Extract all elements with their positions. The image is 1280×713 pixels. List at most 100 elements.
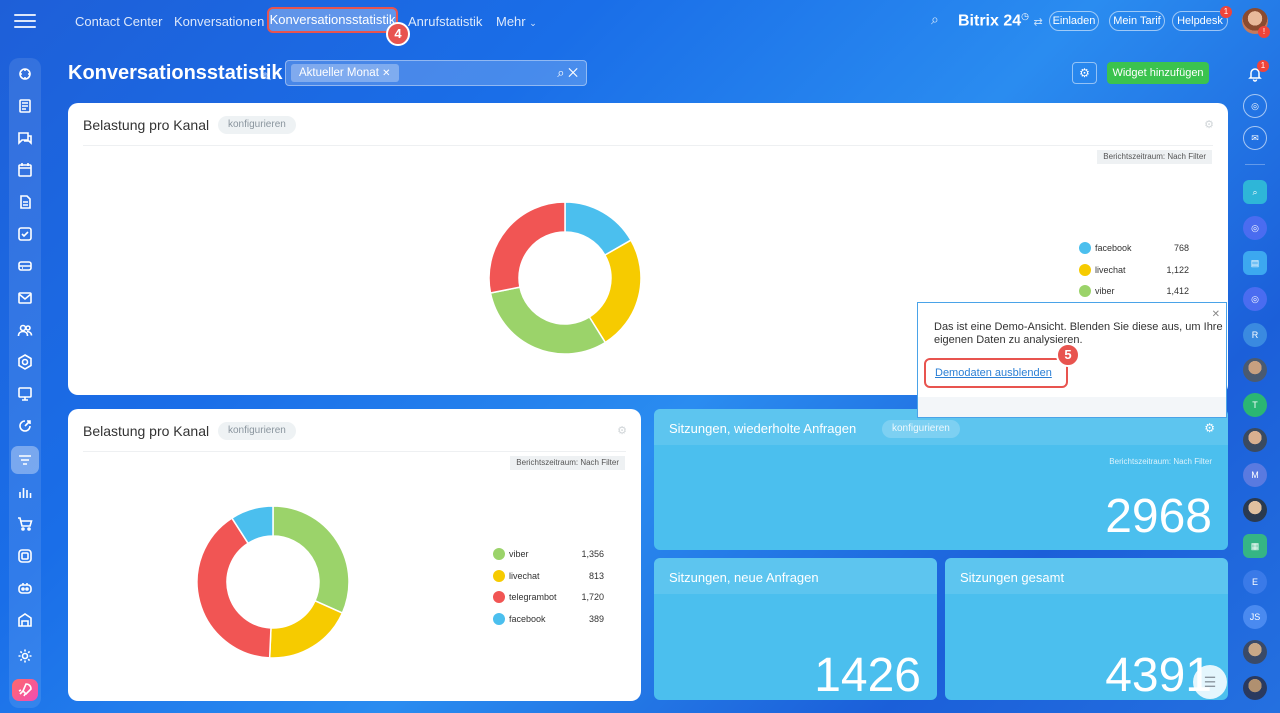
configure-button[interactable]: konfigurieren: [218, 116, 296, 134]
contact-avatar-r[interactable]: R: [1243, 323, 1267, 347]
popup-footer: [918, 397, 1226, 417]
file-icon[interactable]: [11, 188, 39, 216]
chevron-down-icon: ⌄: [529, 18, 537, 28]
contact-avatar-photo[interactable]: [1243, 676, 1267, 700]
tasks-icon[interactable]: [11, 220, 39, 248]
calendar-icon[interactable]: [11, 156, 39, 184]
legend-swatch: [493, 548, 505, 560]
stat-value: 1426: [814, 649, 921, 700]
pin-icon[interactable]: ✎: [262, 70, 272, 84]
contact-avatar-photo[interactable]: [1243, 428, 1267, 452]
automation-icon[interactable]: [11, 348, 39, 376]
close-icon[interactable]: ✕: [1212, 309, 1220, 320]
inventory-icon[interactable]: [11, 606, 39, 634]
nav-contact-center[interactable]: Contact Center: [75, 14, 162, 29]
invite-button[interactable]: Einladen: [1049, 11, 1099, 31]
widget-gear-icon[interactable]: ⚙: [617, 424, 627, 437]
donut-slice-viber[interactable]: [489, 286, 607, 355]
stat-sessions-new: Sitzungen, neue Anfragen 1426: [654, 558, 937, 700]
legend-label: facebook: [509, 613, 546, 624]
chip-remove-icon[interactable]: ✕: [382, 68, 390, 79]
brand-number: 24: [1003, 12, 1022, 30]
contact-avatar-photo[interactable]: [1243, 498, 1267, 522]
nav-conversation-statistics[interactable]: Konversationsstatistik: [267, 7, 398, 33]
filter-search[interactable]: Aktueller Monat ✕ ⌕ ✕: [285, 60, 587, 86]
drive-icon[interactable]: [11, 542, 39, 570]
analytics-icon[interactable]: [11, 478, 39, 506]
sites-icon[interactable]: [11, 380, 39, 408]
marketing-icon[interactable]: [11, 412, 39, 440]
contact-avatar-t[interactable]: T: [1243, 393, 1267, 417]
nav-more[interactable]: Mehr ⌄: [496, 14, 537, 29]
hide-demo-data-link[interactable]: Demodaten ausblenden: [924, 358, 1068, 388]
clock-icon: ◷: [1021, 11, 1030, 21]
legend-item-livechat: livechat 813: [493, 569, 604, 592]
pulse-icon[interactable]: ◎: [1243, 94, 1267, 118]
settings-icon[interactable]: [11, 642, 39, 670]
nav-conversations[interactable]: Konversationen: [174, 14, 264, 29]
legend-item-livechat: livechat 1,122: [1079, 263, 1189, 286]
chat-bubble-icon[interactable]: ▤: [1243, 251, 1267, 275]
widget-gear-icon[interactable]: ⚙: [1204, 118, 1214, 131]
widget-gear-icon[interactable]: ⚙: [1204, 421, 1215, 435]
brand-logo: Bitrix 24◷ ⇄: [958, 11, 1043, 30]
configure-button[interactable]: konfigurieren: [218, 422, 296, 440]
documents-icon[interactable]: [11, 92, 39, 120]
rocket-icon[interactable]: [12, 679, 38, 701]
contact-avatar-e[interactable]: E: [1243, 570, 1267, 594]
settings-button[interactable]: ⚙: [1072, 62, 1097, 84]
mail-icon[interactable]: [11, 284, 39, 312]
my-plan-button[interactable]: Mein Tarif: [1109, 11, 1165, 31]
list-menu-icon[interactable]: ☰: [1193, 665, 1227, 699]
stat-sessions-repeat: Sitzungen, wiederholte Anfragen konfigur…: [654, 409, 1228, 550]
widget-title: Belastung pro Kanal: [83, 423, 210, 439]
openlines-icon[interactable]: ◎: [1243, 216, 1267, 240]
donut-slice-telegrambot[interactable]: [488, 201, 566, 294]
right-sidebar: 1 ◎ ✉ ⌕ ◎ ▤ ◎ R T M ▦ E JS: [1230, 0, 1280, 713]
search-chat-icon[interactable]: ⌕: [1243, 180, 1267, 204]
copilot-chat-icon[interactable]: ◎: [1243, 287, 1267, 311]
chat-icon[interactable]: [11, 124, 39, 152]
configure-button[interactable]: konfigurieren: [882, 420, 960, 438]
legend-label: viber: [509, 549, 529, 559]
divider: [83, 451, 626, 452]
donut-slice-telegrambot[interactable]: [196, 517, 272, 659]
legend-label: telegrambot: [509, 592, 557, 602]
contact-avatar-photo[interactable]: [1243, 358, 1267, 382]
add-widget-button[interactable]: Widget hinzufügen: [1107, 62, 1209, 84]
filter-chip[interactable]: Aktueller Monat ✕: [291, 64, 399, 82]
contact-avatar-js[interactable]: JS: [1243, 605, 1267, 629]
legend-swatch: [1079, 263, 1091, 276]
contact-avatar-photo[interactable]: [1243, 640, 1267, 664]
popup-text: Das ist eine Demo-Ansicht. Blenden Sie d…: [934, 321, 1223, 346]
legend-item-facebook: facebook 768: [1079, 242, 1189, 264]
group-chat-icon[interactable]: ▦: [1243, 534, 1267, 558]
chart-legend-2: viber 1,356 livechat 813 telegrambot 1,720 fac…: [493, 548, 604, 634]
widget-title: Belastung pro Kanal: [83, 117, 210, 133]
contact-avatar-m[interactable]: M: [1243, 463, 1267, 487]
legend-swatch: [493, 569, 505, 582]
stat-title: Sitzungen, wiederholte Anfragen: [669, 421, 857, 436]
legend-value: 1,412: [1166, 286, 1189, 296]
shop-icon[interactable]: [11, 510, 39, 538]
messages-icon[interactable]: ✉: [1243, 126, 1267, 150]
donut-slice-livechat[interactable]: [588, 239, 642, 344]
groups-icon[interactable]: [11, 316, 39, 344]
legend-item-telegrambot: telegrambot 1,720: [493, 591, 604, 613]
filter-chip-label: Aktueller Monat: [299, 67, 379, 79]
donut-chart-2: [196, 505, 350, 659]
copilot-icon[interactable]: [11, 574, 39, 602]
donut-chart-1: [488, 201, 642, 355]
nav-more-label: Mehr: [496, 14, 526, 29]
contact-center-icon[interactable]: [11, 446, 39, 474]
feed-icon[interactable]: [11, 60, 39, 88]
filter-search-icon[interactable]: ⌕ ✕: [557, 65, 578, 81]
step-marker-5: 5: [1056, 343, 1080, 367]
legend-value: 1,356: [581, 549, 604, 559]
donut-slice-viber[interactable]: [272, 505, 350, 615]
search-icon[interactable]: ⌕: [931, 11, 939, 28]
crm-icon[interactable]: [11, 252, 39, 280]
legend-label: livechat: [509, 570, 540, 581]
nav-call-statistics[interactable]: Anrufstatistik: [408, 14, 482, 29]
donut-slice-livechat[interactable]: [268, 599, 344, 659]
